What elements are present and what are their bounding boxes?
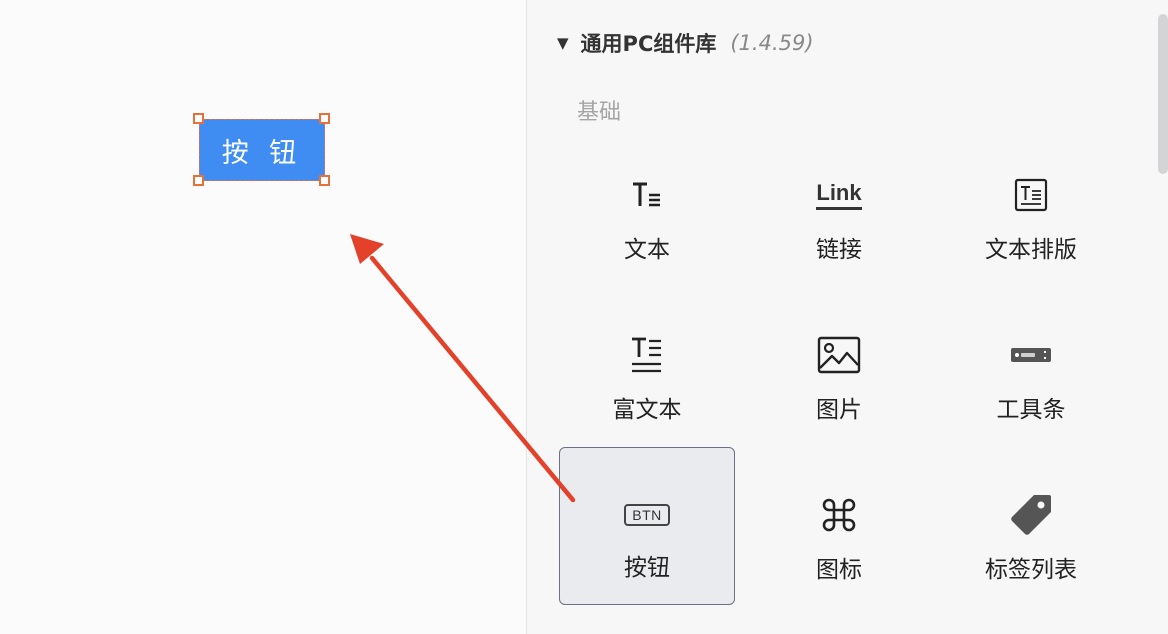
component-item-label: 工具条 [996,397,1066,423]
image-icon [809,334,869,376]
component-item-link[interactable]: Link 链接 [751,152,927,310]
component-item-label: 链接 [816,237,862,263]
button-icon-text: BTN [632,507,662,523]
component-item-image[interactable]: 图片 [751,312,927,470]
panel-scrollbar[interactable] [1158,0,1168,634]
component-item-button[interactable]: BTN 按钮 [559,447,735,605]
component-item-label: 图片 [816,397,862,423]
resize-handle-top-left[interactable] [193,113,204,124]
section-label-basic: 基础 [577,100,622,125]
component-library-panel: ▼ 通用PC组件库 (1.4.59) 基础 文本 Link 链接 文本排版 富文… [526,0,1168,634]
text-layout-icon [1001,174,1061,216]
button-icon: BTN [617,494,677,536]
library-header[interactable]: ▼ 通用PC组件库 (1.4.59) [557,28,814,58]
canvas-button-widget[interactable]: 按 钮 [199,119,325,181]
resize-handle-bottom-right[interactable] [319,175,330,186]
component-item-label: 图标 [816,557,862,583]
resize-handle-bottom-left[interactable] [193,175,204,186]
link-icon-text: Link [816,179,862,205]
component-item-label: 标签列表 [985,557,1077,583]
design-canvas[interactable]: 按 钮 [0,0,526,634]
canvas-button-label: 按 钮 [221,137,303,169]
component-item-toolbar[interactable]: 工具条 [943,312,1119,470]
rich-text-icon [617,334,677,376]
library-version: (1.4.59) [730,31,814,55]
command-icon [809,494,869,536]
component-item-text-layout[interactable]: 文本排版 [943,152,1119,310]
component-item-label: 按钮 [624,555,670,581]
tag-icon [1001,494,1061,536]
component-item-label: 富文本 [612,397,682,423]
component-item-label: 文本排版 [985,237,1077,263]
scrollbar-thumb[interactable] [1158,14,1168,174]
link-icon: Link [809,174,869,216]
component-item-text[interactable]: 文本 [559,152,735,310]
text-icon [617,174,677,216]
resize-handle-top-right[interactable] [319,113,330,124]
toolbar-icon [1001,334,1061,376]
component-item-label: 文本 [624,237,670,263]
collapse-triangle-icon[interactable]: ▼ [557,34,569,52]
component-item-tag-list[interactable]: 标签列表 [943,472,1119,630]
component-item-icon[interactable]: 图标 [751,472,927,630]
library-title: 通用PC组件库 [580,32,717,56]
